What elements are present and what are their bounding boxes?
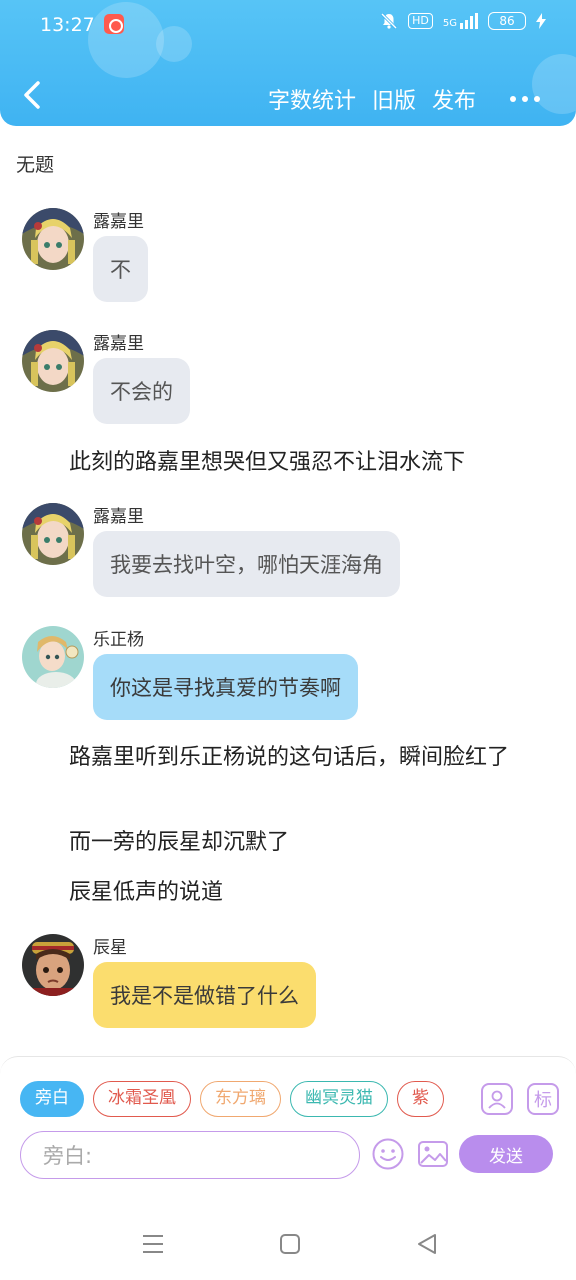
top-header: 13:27 HD 5G 86 字数统计 旧版 发布 [0,0,576,126]
speaker-name: 辰星 [93,938,127,958]
narration-text[interactable]: 而一旁的辰星却沉默了 [24,826,544,860]
composer-panel: 旁白 冰霜圣凰 东方璃 幽冥灵猫紫 标 旁白: 发送 [0,1056,576,1210]
avatar[interactable] [22,208,84,270]
role-chip[interactable]: 冰霜圣凰 [93,1081,191,1117]
old-version-button[interactable]: 旧版 [372,83,416,115]
message-input[interactable]: 旁白: [20,1131,360,1179]
signal-bars-icon [460,13,478,29]
home-icon[interactable] [279,1232,301,1256]
signal-label: 5G [442,18,457,29]
role-chip[interactable]: 紫 [397,1081,444,1117]
decor-bubble [156,26,192,62]
person-icon [488,1090,506,1109]
narration-text[interactable]: 此刻的路嘉里想哭但又强忍不让泪水流下 [24,446,544,480]
more-options-icon[interactable] [510,96,540,102]
role-chip[interactable]: 东方璃 [200,1081,281,1117]
narration-text[interactable]: 路嘉里听到乐正杨说的这句话后，瞬间脸红了 [24,741,544,775]
speech-bubble[interactable]: 我是不是做错了什么 [93,962,316,1028]
avatar[interactable] [22,626,84,688]
system-navigation-bar [0,1210,576,1280]
header-actions: 字数统计 旧版 发布 [268,83,540,115]
avatar[interactable] [22,503,84,565]
status-icons: HD 5G 86 [380,12,546,30]
menu-icon[interactable] [142,1232,164,1256]
emoji-icon[interactable] [371,1137,405,1171]
battery-indicator: 86 [488,12,526,30]
back-nav-icon[interactable] [416,1232,438,1256]
narration-text[interactable]: 辰星低声的说道 [24,876,544,910]
document-title[interactable]: 无题 [16,150,54,177]
speech-bubble[interactable]: 不 [93,236,148,302]
mark-button[interactable]: 标 [527,1083,559,1115]
character-manage-button[interactable] [481,1083,513,1115]
decor-bubble [88,2,164,78]
speech-bubble[interactable]: 你这是寻找真爱的节奏啊 [93,654,358,720]
image-icon[interactable] [416,1137,450,1171]
avatar[interactable] [22,330,84,392]
back-arrow-icon[interactable] [20,80,46,110]
speaker-name: 乐正杨 [93,630,144,650]
role-chip-narrator[interactable]: 旁白 [20,1081,84,1117]
word-count-button[interactable]: 字数统计 [268,83,356,115]
speaker-name: 露嘉里 [93,507,144,527]
speech-bubble[interactable]: 不会的 [93,358,190,424]
role-selector: 旁白 冰霜圣凰 东方璃 幽冥灵猫紫 [20,1081,464,1119]
speaker-name: 露嘉里 [93,212,144,232]
status-time: 13:27 [40,14,95,36]
speaker-name: 露嘉里 [93,334,144,354]
signal-indicator: 5G [443,13,478,29]
avatar[interactable] [22,934,84,996]
speech-bubble[interactable]: 我要去找叶空，哪怕天涯海角 [93,531,400,597]
charging-icon [536,13,546,29]
hd-indicator: HD [408,13,433,29]
send-button[interactable]: 发送 [459,1135,553,1173]
mute-bell-icon [381,12,398,30]
role-chip[interactable]: 幽冥灵猫 [290,1081,388,1117]
app-notification-icon [104,14,124,34]
publish-button[interactable]: 发布 [432,83,476,115]
